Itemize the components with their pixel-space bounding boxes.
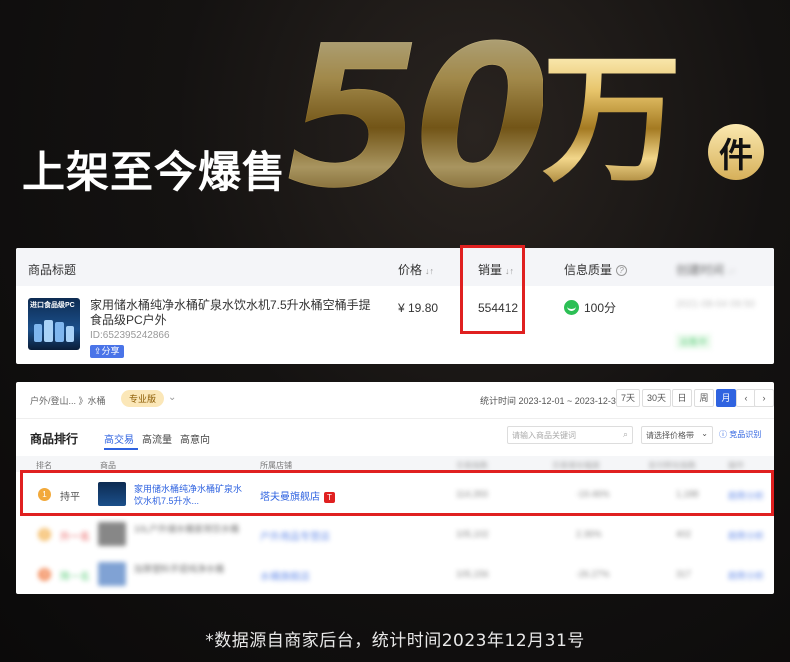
hero-unit-badge: 件 xyxy=(708,124,764,180)
header-price[interactable]: 价格 ↓↑ xyxy=(398,261,434,278)
competitor-identify-link[interactable]: ⓘ 竞品识别 xyxy=(719,429,761,440)
table-row[interactable]: 2 升一名 10L户外储水桶家用饮水桶 户外用品专营店 105,102 2.36… xyxy=(16,516,774,552)
hero-number: 50 xyxy=(286,4,551,232)
product-table-header: 商品标题 价格 ↓↑ 销量 ↓↑ 信息质量? 创建时间 ↓↑ xyxy=(16,248,774,286)
product-thumbnail[interactable] xyxy=(98,522,126,546)
rank-trend: 降一名 xyxy=(60,572,90,583)
header-quality: 信息质量? xyxy=(564,261,628,278)
chevron-right-icon[interactable]: › xyxy=(754,389,774,407)
period-week[interactable]: 周 xyxy=(694,389,714,407)
row-growth: -26.27% xyxy=(576,569,610,579)
period-30d[interactable]: 30天 xyxy=(642,389,672,407)
product-list-card: 商品标题 价格 ↓↑ 销量 ↓↑ 信息质量? 创建时间 ↓↑ 进口食品级PC 家用储水… xyxy=(16,248,774,364)
breadcrumb[interactable]: 户外/登山... 》水桶 xyxy=(30,394,106,407)
product-thumbnail[interactable]: 进口食品级PC xyxy=(28,298,80,350)
share-icon: ⇪ xyxy=(94,346,102,356)
trend-analysis-link[interactable]: 趋势分析 xyxy=(728,569,764,582)
search-icon[interactable]: ⌕ xyxy=(623,429,628,440)
trend-analysis-link[interactable]: 趋势分析 xyxy=(728,529,764,542)
period-7d[interactable]: 7天 xyxy=(616,389,641,407)
product-created-time: 2021-08-04 09:50 xyxy=(676,299,755,310)
row-growth: 2.36% xyxy=(576,529,602,539)
row-transaction-index: 105,102 xyxy=(456,529,489,539)
tab-high-transaction[interactable]: 高交易 xyxy=(104,431,134,446)
share-button[interactable]: ⇪分享 xyxy=(90,345,124,358)
product-title[interactable]: 家用储水桶纯净水桶矿泉水饮水机7.5升水桶空桶手提食品级PC户外 xyxy=(90,298,380,328)
row-shop[interactable]: 水桶旗舰店 xyxy=(260,568,310,583)
rank-medal-icon: 2 xyxy=(38,528,51,541)
chevron-down-icon: ⌄ xyxy=(701,429,708,438)
product-price: ¥ 19.80 xyxy=(398,301,439,315)
sales-highlight-box xyxy=(460,245,525,334)
row-transaction-index: 105,156 xyxy=(456,569,489,579)
pro-version-badge[interactable]: 专业版 xyxy=(121,390,165,407)
rank-trend: 升一名 xyxy=(60,532,90,543)
chevron-down-icon[interactable]: ⌄ xyxy=(168,392,176,403)
active-tab-indicator xyxy=(104,448,138,450)
help-icon: ⓘ xyxy=(719,430,727,439)
product-status-badge: 出售中 xyxy=(676,334,712,349)
table-row[interactable]: 3 降一名 加厚塑料手提纯净水桶 水桶旗舰店 105,156 -26.27% 3… xyxy=(16,556,774,592)
sort-icon: ↓↑ xyxy=(425,266,435,276)
header-time[interactable]: 创建时间 ↓↑ xyxy=(676,261,736,278)
row-conversion: 317 xyxy=(676,569,692,579)
product-quality: 100分 xyxy=(564,299,616,316)
help-icon[interactable]: ? xyxy=(616,265,628,276)
period-month[interactable]: 月 xyxy=(716,389,736,407)
rank-medal-icon: 3 xyxy=(38,568,51,581)
top-row-highlight-box xyxy=(20,470,774,516)
water-bottles-image xyxy=(34,320,74,342)
chevron-left-icon[interactable]: ‹ xyxy=(736,389,756,407)
period-day[interactable]: 日 xyxy=(672,389,692,407)
tab-high-traffic[interactable]: 高流量 xyxy=(142,431,172,446)
sort-icon: ↓↑ xyxy=(727,266,737,276)
row-conversion: 402 xyxy=(676,529,692,539)
row-shop[interactable]: 户外用品专营店 xyxy=(260,528,330,543)
smile-icon xyxy=(564,300,579,315)
price-band-select[interactable]: 请选择价格带 ⌄ xyxy=(641,426,713,444)
header-title: 商品标题 xyxy=(28,263,77,277)
data-source-footnote: *数据源自商家后台，统计时间2023年12月31号 xyxy=(205,631,585,651)
divider xyxy=(16,418,774,419)
product-id: ID:652395242866 xyxy=(90,330,170,341)
search-input[interactable]: 请输入商品关键词 ⌕ xyxy=(507,426,633,444)
row-product-title[interactable]: 加厚塑料手提纯净水桶 xyxy=(134,563,244,575)
tab-high-intent[interactable]: 高意向 xyxy=(180,431,210,446)
date-range: 统计时间 2023-12-01 ~ 2023-12-31 xyxy=(480,396,621,406)
thumb-label: 进口食品级PC xyxy=(30,302,75,309)
section-title: 商品排行 xyxy=(30,432,79,446)
hero-title: 上架至今爆售 xyxy=(22,148,286,198)
hero-unit: 万 xyxy=(542,39,683,202)
row-product-title[interactable]: 10L户外储水桶家用饮水桶 xyxy=(134,523,244,535)
product-thumbnail[interactable] xyxy=(98,562,126,586)
